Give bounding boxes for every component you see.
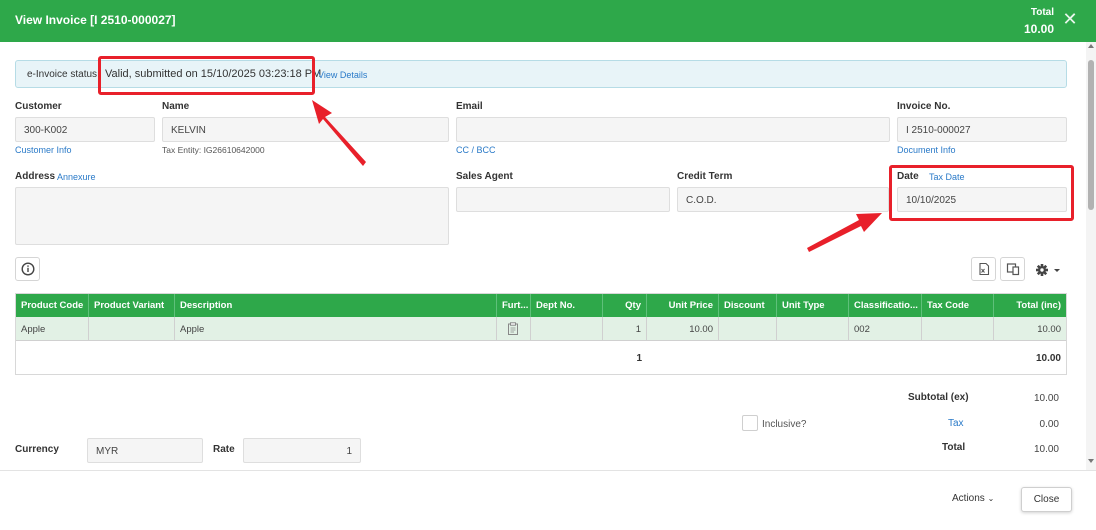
view-details-link[interactable]: View Details xyxy=(318,70,367,80)
copy-device-icon xyxy=(1006,263,1020,276)
customer-info-link[interactable]: Customer Info xyxy=(15,145,72,155)
dialog-header: View Invoice [I 2510-000027] Total 10.00… xyxy=(0,0,1096,42)
name-label: Name xyxy=(162,101,190,112)
column-header[interactable]: Unit Type xyxy=(777,294,849,317)
actions-label: Actions xyxy=(952,493,985,504)
table-totals-row: 1 10.00 xyxy=(16,341,1066,374)
cell-description[interactable]: Apple xyxy=(175,317,497,341)
annexure-link[interactable]: Annexure xyxy=(57,172,96,182)
invoice-no-field[interactable]: I 2510-000027 xyxy=(897,117,1067,142)
column-header[interactable]: Product Variant xyxy=(89,294,175,317)
sales-agent-field[interactable] xyxy=(456,187,670,212)
cell-discount[interactable] xyxy=(719,317,777,341)
invoice-no-label: Invoice No. xyxy=(897,101,951,112)
column-header[interactable]: Classificatio... xyxy=(849,294,922,317)
einvoice-status-label: e-Invoice status xyxy=(27,69,98,80)
column-header[interactable]: Product Code xyxy=(16,294,89,317)
document-info-link[interactable]: Document Info xyxy=(897,145,956,155)
total-qty: 1 xyxy=(636,353,642,364)
header-total-label: Total xyxy=(1030,7,1054,18)
annotation-box-status xyxy=(98,56,315,95)
subtotal-label: Subtotal (ex) xyxy=(908,392,969,403)
grand-total-label: Total xyxy=(942,442,966,453)
column-header[interactable]: Tax Code xyxy=(922,294,994,317)
invoice-form: e-Invoice status Valid, submitted on 15/… xyxy=(0,42,1084,470)
email-label: Email xyxy=(456,101,483,112)
line-items-table: Product Code Product Variant Description… xyxy=(15,293,1067,375)
currency-field[interactable]: MYR xyxy=(87,438,203,463)
address-label: Address xyxy=(15,171,56,182)
cell-classification[interactable]: 002 xyxy=(849,317,922,341)
cell-dept-no[interactable] xyxy=(531,317,603,341)
settings-dropdown[interactable] xyxy=(1032,260,1064,280)
credit-term-label: Credit Term xyxy=(677,171,733,182)
close-icon[interactable]: ✕ xyxy=(1061,10,1079,28)
export-button[interactable] xyxy=(971,257,996,281)
cell-qty[interactable]: 1 xyxy=(603,317,647,341)
column-header[interactable]: Furt... xyxy=(497,294,531,317)
sales-agent-label: Sales Agent xyxy=(456,171,513,182)
clipboard-icon[interactable] xyxy=(507,322,519,335)
column-header[interactable]: Dept No. xyxy=(531,294,603,317)
cell-further-description[interactable] xyxy=(497,317,531,341)
rate-label: Rate xyxy=(213,444,235,455)
cell-unit-price[interactable]: 10.00 xyxy=(647,317,719,341)
close-button[interactable]: Close xyxy=(1021,487,1072,512)
scroll-down-icon[interactable] xyxy=(1088,459,1094,463)
rate-field[interactable]: 1 xyxy=(243,438,361,463)
column-header[interactable]: Discount xyxy=(719,294,777,317)
cell-product-variant[interactable] xyxy=(89,317,175,341)
vertical-scrollbar[interactable] xyxy=(1086,42,1096,470)
info-icon xyxy=(21,262,35,276)
cc-bcc-link[interactable]: CC / BCC xyxy=(456,145,496,155)
tax-value: 0.00 xyxy=(1039,419,1059,430)
header-total-value: 10.00 xyxy=(1023,22,1054,36)
dialog-footer: Actions ⌄ Close xyxy=(0,470,1096,530)
cell-unit-type[interactable] xyxy=(777,317,849,341)
cell-product-code[interactable]: Apple xyxy=(16,317,89,341)
info-button[interactable] xyxy=(15,257,40,281)
cell-tax-code[interactable] xyxy=(922,317,994,341)
currency-label: Currency xyxy=(15,444,59,455)
total-amount: 10.00 xyxy=(1035,353,1061,364)
spreadsheet-export-icon xyxy=(979,262,990,276)
dialog-title: View Invoice [I 2510-000027] xyxy=(15,13,176,27)
customer-field[interactable]: 300-K002 xyxy=(15,117,155,142)
scroll-up-icon[interactable] xyxy=(1088,44,1094,48)
column-header[interactable]: Description xyxy=(175,294,497,317)
gear-icon xyxy=(1036,264,1060,276)
column-header[interactable]: Total (inc) xyxy=(994,294,1066,317)
customer-label: Customer xyxy=(15,101,62,112)
tax-entity-text: Tax Entity: IG26610642000 xyxy=(162,145,265,155)
chevron-down-icon: ⌄ xyxy=(987,494,995,503)
annotation-box-date xyxy=(889,165,1074,221)
copy-button[interactable] xyxy=(1000,257,1025,281)
name-field[interactable]: KELVIN xyxy=(162,117,449,142)
table-header-row: Product Code Product Variant Description… xyxy=(16,294,1066,317)
grand-total-value: 10.00 xyxy=(1033,444,1059,455)
actions-dropdown[interactable]: Actions ⌄ xyxy=(952,493,994,504)
column-header[interactable]: Unit Price xyxy=(647,294,719,317)
credit-term-field[interactable]: C.O.D. xyxy=(677,187,889,212)
table-row[interactable]: Apple Apple 1 10.00 002 10.00 xyxy=(16,317,1066,341)
address-field[interactable] xyxy=(15,187,449,245)
email-field[interactable] xyxy=(456,117,890,142)
inclusive-checkbox[interactable] xyxy=(742,415,758,431)
subtotal-value: 10.00 xyxy=(1033,393,1059,404)
tax-link[interactable]: Tax xyxy=(948,418,964,429)
inclusive-label: Inclusive? xyxy=(762,419,807,430)
cell-total[interactable]: 10.00 xyxy=(994,317,1066,341)
column-header[interactable]: Qty xyxy=(603,294,647,317)
scrollbar-thumb[interactable] xyxy=(1088,60,1094,210)
